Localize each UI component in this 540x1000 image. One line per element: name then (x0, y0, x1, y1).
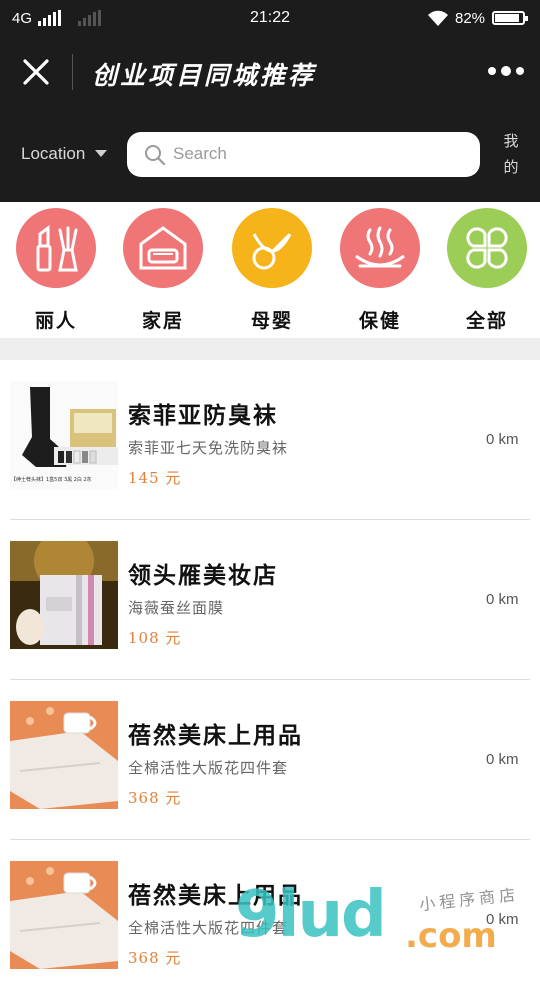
product-desc: 索菲亚七天免洗防臭袜 (128, 439, 289, 457)
spa-icon (355, 226, 405, 268)
nav-bar: 创业项目同城推荐 (0, 36, 540, 108)
category-all[interactable]: 全部 (437, 208, 537, 338)
list-item[interactable]: 领头雁美妆店 海薇蚕丝面膜 108 元 0 km (0, 520, 540, 680)
section-divider (0, 338, 540, 360)
battery-icon (492, 11, 528, 25)
search-bar: Location Search 我的 (0, 108, 540, 202)
category-label: 全部 (465, 310, 508, 332)
pacifier-icon (252, 233, 292, 270)
lipstick-icon (36, 225, 78, 272)
battery-percent: 82% (455, 10, 486, 27)
list-item[interactable]: 蓓然美床上用品 全棉活性大版花四件套 368 元 0 km (0, 680, 540, 840)
product-thumbnail (10, 861, 118, 969)
category-label: 丽人 (34, 310, 77, 332)
price: 368 元 (128, 789, 182, 807)
product-thumbnail (10, 701, 118, 809)
clover-icon (466, 227, 508, 269)
category-home[interactable]: 家居 (113, 208, 213, 338)
watermark-brand: 9lud (235, 878, 387, 952)
chevron-down-icon[interactable] (95, 150, 107, 157)
search-placeholder: Search (173, 144, 227, 163)
product-desc: 海薇蚕丝面膜 (128, 599, 225, 617)
category-row: 丽人 家居 母婴 保健 全部 (0, 202, 540, 338)
price: 108 元 (128, 629, 182, 647)
product-thumbnail (10, 541, 118, 649)
distance: 0 km (486, 431, 519, 448)
search-icon (145, 145, 166, 166)
category-beauty[interactable]: 丽人 (6, 208, 106, 338)
watermark-domain: .com (405, 916, 497, 956)
distance: 0 km (486, 591, 519, 608)
search-input[interactable]: Search (127, 132, 480, 177)
watermark-tagline: 小程序商店 (418, 884, 520, 915)
mine-link[interactable]: 我的 (502, 128, 520, 180)
shop-name: 索菲亚防臭袜 (128, 402, 278, 429)
category-label: 母婴 (250, 310, 293, 332)
product-desc: 全棉活性大版花四件套 (128, 759, 289, 777)
price: 368 元 (128, 949, 182, 967)
location-select[interactable]: Location (21, 144, 85, 164)
wifi-icon (428, 10, 448, 26)
category-label: 家居 (141, 310, 184, 332)
page-title: 创业项目同城推荐 (92, 61, 317, 90)
nav-divider (72, 54, 73, 90)
category-baby[interactable]: 母婴 (222, 208, 322, 338)
sofa-icon (139, 226, 187, 270)
category-label: 保健 (358, 310, 401, 332)
list-item[interactable]: 【绅士荐头袜】1盒5双 3黑 2白 2灰 索菲亚防臭袜 索菲亚七天免洗防臭袜 1… (0, 360, 540, 520)
product-thumbnail: 【绅士荐头袜】1盒5双 3黑 2白 2灰 (10, 381, 118, 489)
distance: 0 km (486, 751, 519, 768)
close-icon[interactable] (22, 58, 50, 86)
shop-name: 蓓然美床上用品 (128, 722, 303, 749)
watermark-logo: 9lud .com 小程序商店 (235, 878, 540, 960)
price: 145 元 (128, 469, 182, 487)
category-health[interactable]: 保健 (330, 208, 430, 338)
thumbnail-caption: 【绅士荐头袜】1盒5双 3黑 2白 2灰 (11, 477, 92, 483)
shop-name: 领头雁美妆店 (128, 562, 278, 589)
more-options-icon[interactable] (488, 66, 524, 76)
status-bar: 4G 21:22 82% (0, 0, 540, 36)
